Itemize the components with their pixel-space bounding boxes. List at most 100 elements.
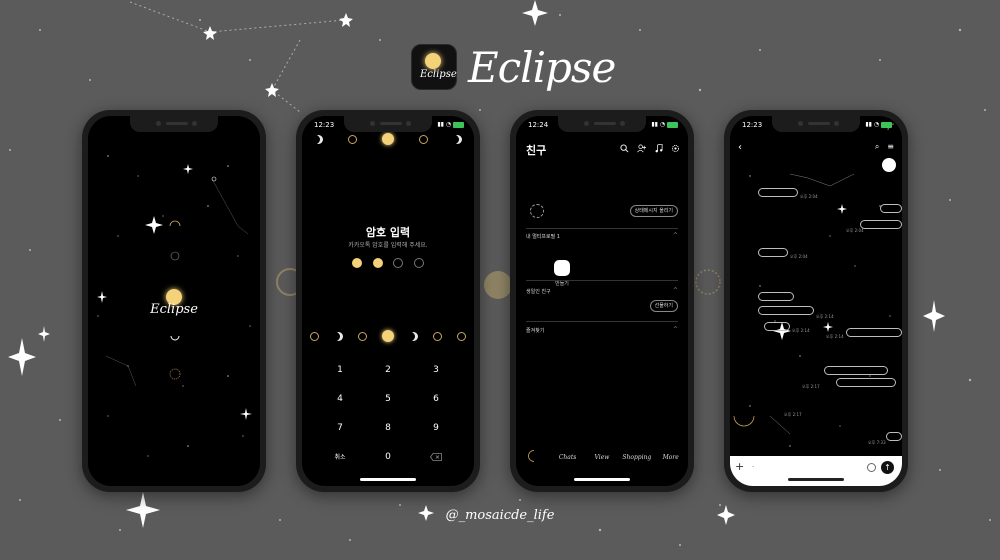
chat-header-actions: ⌕ ≡ bbox=[875, 142, 894, 152]
chat-bubble-sent bbox=[824, 366, 888, 375]
sun-icon bbox=[381, 133, 394, 145]
status-icons: ▮▮ ◔ bbox=[865, 121, 892, 128]
backspace-button[interactable] bbox=[412, 451, 460, 464]
gift-button[interactable]: 선물하기 bbox=[649, 300, 678, 312]
tab-shopping[interactable]: Shopping bbox=[622, 454, 651, 461]
send-button[interactable]: ↑ bbox=[881, 461, 894, 474]
chat-bubble-received bbox=[758, 292, 794, 301]
passcode-screen: 12:23 ▮▮ ◔ 암호 입력 카카오톡 암호를 입력해 주세요. 1 2 3… bbox=[302, 116, 474, 486]
chat-bubble-received bbox=[764, 322, 790, 331]
chevron-up-icon[interactable]: ^ bbox=[673, 232, 678, 239]
backspace-icon bbox=[430, 452, 442, 461]
key-4[interactable]: 4 bbox=[316, 393, 364, 406]
moon-icon bbox=[348, 134, 358, 144]
message-timestamp: 오후 2:14 bbox=[826, 334, 844, 339]
battery-icon bbox=[667, 121, 678, 128]
announcement-button[interactable] bbox=[882, 158, 896, 172]
chat-wallpaper-stars bbox=[733, 123, 895, 447]
moon-icon bbox=[453, 135, 462, 144]
home-indicator bbox=[360, 478, 416, 481]
settings-icon[interactable] bbox=[671, 144, 680, 153]
phone-notch bbox=[130, 116, 218, 132]
tab-friends[interactable] bbox=[519, 450, 547, 464]
key-7[interactable]: 7 bbox=[316, 422, 364, 435]
plus-icon[interactable]: + bbox=[735, 460, 744, 473]
phone-notch bbox=[344, 116, 432, 132]
add-friend-icon[interactable] bbox=[637, 144, 646, 153]
divider bbox=[526, 228, 678, 229]
battery-icon bbox=[453, 121, 464, 128]
status-time: 12:24 bbox=[528, 121, 549, 129]
key-2[interactable]: 2 bbox=[364, 364, 412, 377]
passcode-dot-empty bbox=[393, 258, 404, 268]
message-timestamp: 오후 2:14 bbox=[816, 314, 834, 319]
moon-icon bbox=[409, 332, 418, 341]
key-6[interactable]: 6 bbox=[412, 393, 460, 406]
message-timestamp: 오후 2:04 bbox=[846, 228, 864, 233]
search-icon[interactable] bbox=[620, 144, 629, 153]
music-icon[interactable] bbox=[654, 144, 663, 153]
app-icon: Eclipse bbox=[411, 44, 457, 90]
status-time: 12:23 bbox=[742, 121, 763, 129]
search-icon[interactable]: ⌕ bbox=[875, 142, 879, 152]
message-input-bar: + · ↑ bbox=[730, 456, 902, 486]
status-time: 12:23 bbox=[314, 121, 335, 129]
multiprofile-name: 만들기 bbox=[555, 281, 569, 287]
sun-icon bbox=[381, 330, 394, 342]
tab-view[interactable]: View bbox=[588, 454, 616, 461]
phone-notch bbox=[772, 116, 860, 132]
key-1[interactable]: 1 bbox=[316, 364, 364, 377]
tab-more[interactable]: More bbox=[657, 454, 685, 461]
credit-text: @_mosaicde_life bbox=[445, 508, 555, 523]
passcode-indicator bbox=[352, 258, 424, 268]
back-icon[interactable]: ‹ bbox=[738, 142, 742, 153]
moon-icon bbox=[334, 332, 343, 341]
sun-icon bbox=[425, 53, 441, 69]
tab-chats[interactable]: Chats bbox=[554, 454, 582, 461]
key-0[interactable]: 0 bbox=[364, 451, 412, 464]
chat-bubble-sent bbox=[846, 328, 902, 337]
phone-chatroom: 12:23 ▮▮ ◔ ‹ ⌕ ≡ 오후 2:04 오후 2:04 오후 2:04… bbox=[724, 110, 908, 492]
keypad: 1 2 3 4 5 6 7 8 9 취소 0 bbox=[316, 364, 460, 464]
message-timestamp: 오후 2:17 bbox=[802, 384, 820, 389]
moon-icon bbox=[457, 331, 467, 341]
passcode-dot-filled bbox=[372, 258, 383, 268]
key-9[interactable]: 9 bbox=[412, 422, 460, 435]
chevron-up-icon[interactable]: ^ bbox=[673, 326, 678, 333]
cancel-button[interactable]: 취소 bbox=[316, 451, 364, 464]
status-message-button[interactable]: 상태메시지 올리기 bbox=[629, 205, 678, 217]
moon-icon bbox=[528, 450, 535, 462]
passcode-dot-filled bbox=[352, 258, 362, 268]
status-icons: ▮▮ ◔ bbox=[437, 121, 464, 128]
chat-bubble-received bbox=[758, 248, 788, 257]
section-birthday: 생일인 친구 bbox=[526, 289, 551, 295]
emoji-icon[interactable] bbox=[867, 463, 876, 472]
message-timestamp: 오후 2:17 bbox=[784, 412, 802, 417]
divider bbox=[526, 321, 678, 322]
section-favorites: 즐겨찾기 bbox=[526, 328, 545, 334]
message-timestamp: 오후 2:04 bbox=[800, 194, 818, 199]
message-input[interactable]: · bbox=[752, 463, 754, 471]
chatroom-screen: 12:23 ▮▮ ◔ ‹ ⌕ ≡ 오후 2:04 오후 2:04 오후 2:04… bbox=[730, 116, 902, 486]
multiprofile-avatar[interactable] bbox=[554, 260, 570, 276]
chat-bubble-sent bbox=[886, 432, 902, 441]
section-multiprofile: 내 멀티프로필 1 bbox=[526, 234, 560, 240]
page-title: 친구 bbox=[526, 144, 547, 157]
message-timestamp: 오후 7:33 bbox=[868, 440, 886, 445]
phone-notch bbox=[558, 116, 646, 132]
chevron-up-icon[interactable]: ^ bbox=[673, 287, 678, 294]
divider bbox=[526, 280, 678, 281]
chat-bubble-sent bbox=[880, 204, 902, 213]
moon-icon bbox=[314, 135, 323, 144]
chat-bubble-sent bbox=[836, 378, 896, 387]
chat-bubble-received bbox=[758, 188, 798, 197]
battery-icon bbox=[881, 121, 892, 128]
key-8[interactable]: 8 bbox=[364, 422, 412, 435]
bottom-tab-bar: Chats View Shopping More bbox=[516, 450, 688, 464]
my-profile-avatar[interactable] bbox=[530, 204, 544, 218]
key-3[interactable]: 3 bbox=[412, 364, 460, 377]
moon-phase-row-middle bbox=[302, 330, 474, 342]
moon-icon bbox=[357, 331, 367, 341]
key-5[interactable]: 5 bbox=[364, 393, 412, 406]
menu-icon[interactable]: ≡ bbox=[887, 142, 894, 152]
